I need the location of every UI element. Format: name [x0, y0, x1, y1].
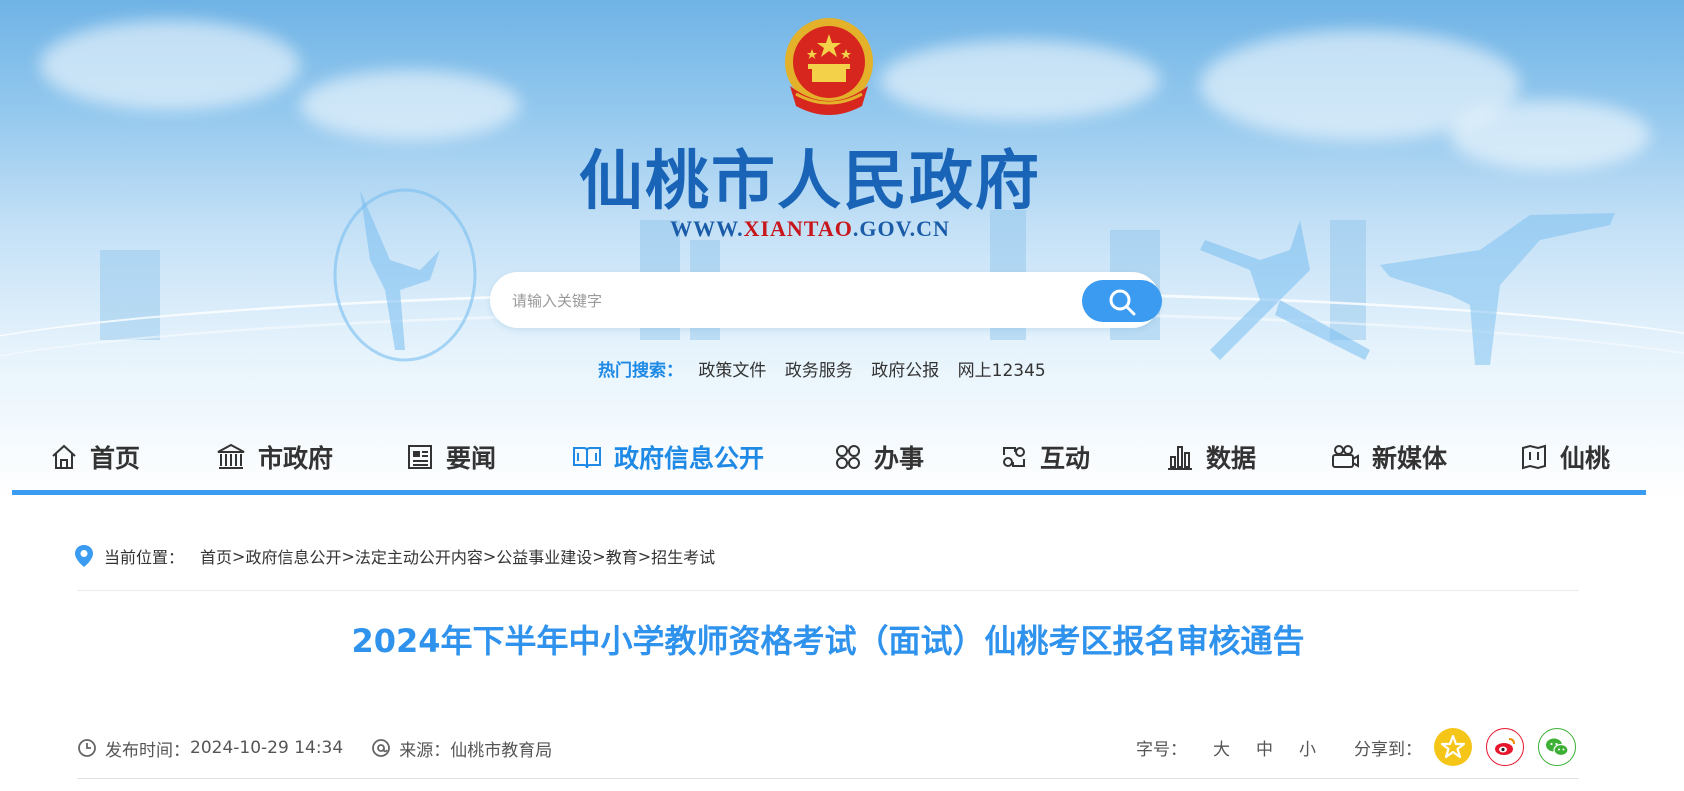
- home-icon: [52, 444, 76, 469]
- favorite-icon: [1440, 734, 1466, 759]
- hot-search: 热门搜索： 政策文件 政务服务 政府公报 网上12345: [598, 356, 1059, 381]
- nav-label: 首页: [90, 444, 141, 473]
- nav-underline: [12, 490, 1646, 495]
- breadcrumb-separator: >: [592, 546, 606, 566]
- site-title: 仙桃市人民政府: [579, 145, 1041, 219]
- nav-label: 仙桃: [1560, 444, 1611, 473]
- share-label: 分享到：: [1354, 739, 1422, 760]
- publish-label: 发布时间：: [105, 740, 190, 761]
- hot-search-label: 热门搜索：: [598, 361, 683, 381]
- search-icon: [1109, 289, 1136, 316]
- nav-label: 市政府: [258, 444, 334, 473]
- national-emblem: [785, 18, 873, 115]
- clock-icon: [78, 739, 96, 757]
- nav-item-interaction[interactable]: 互动: [1000, 437, 1090, 477]
- nav-label: 数据: [1206, 444, 1257, 473]
- book-icon: [573, 447, 601, 469]
- nav-item-home[interactable]: 首页: [50, 437, 140, 477]
- news-icon: [408, 445, 432, 469]
- source-value: 仙桃市教育局: [450, 740, 553, 761]
- hot-search-item[interactable]: 政务服务: [785, 361, 853, 381]
- hot-search-item[interactable]: 政策文件: [698, 361, 766, 381]
- breadcrumb-link[interactable]: 政府信息公开: [245, 544, 341, 568]
- weibo-icon: [1495, 738, 1515, 755]
- camera-icon: [1332, 445, 1359, 468]
- nav-label: 新媒体: [1372, 444, 1448, 473]
- url-brand: XIANTAO: [743, 216, 853, 241]
- article-title: 2024年下半年中小学教师资格考试（面试）仙桃考区报名审核通告: [351, 622, 1305, 660]
- bar-chart-icon: [1168, 446, 1192, 470]
- source-label: 来源：: [399, 740, 451, 761]
- nav-label: 政府信息公开: [614, 444, 765, 473]
- breadcrumb-separator: >: [482, 546, 497, 566]
- gymnast-silhouette: [333, 188, 477, 362]
- font-size-medium-button[interactable]: 中: [1256, 735, 1273, 760]
- nav-label: 要闻: [446, 444, 497, 473]
- breadcrumb-separator: >: [637, 546, 652, 566]
- breadcrumb-link[interactable]: 公益事业建设: [496, 544, 592, 568]
- share-weibo-button[interactable]: [1486, 728, 1524, 766]
- nav-label: 办事: [874, 444, 925, 473]
- url-prefix: WWW.: [670, 216, 744, 241]
- article-tools: 字号： 大 中 小 分享到：: [1136, 724, 1576, 770]
- site-url[interactable]: WWW.XIANTAO.GOV.CN: [560, 216, 1060, 242]
- interaction-icon: [1003, 447, 1025, 467]
- breadcrumb-separator: >: [232, 546, 246, 566]
- map-icon: [1522, 444, 1546, 470]
- nav-label: 互动: [1040, 444, 1091, 473]
- government-building-icon: [217, 443, 245, 469]
- font-size-small-button[interactable]: 小: [1299, 735, 1316, 760]
- breadcrumb-link[interactable]: 首页: [200, 544, 232, 568]
- breadcrumb-link[interactable]: 法定主动公开内容: [355, 544, 483, 568]
- location-pin-icon: [75, 545, 93, 567]
- search-box: [490, 272, 1162, 330]
- main-nav: 首页 市政府 要闻 政府信息公开 办事 互动 数据 新媒体 仙桃: [12, 425, 1646, 493]
- font-size-label: 字号：: [1136, 739, 1187, 760]
- search-button[interactable]: [1082, 280, 1162, 322]
- search-input[interactable]: [510, 272, 1054, 330]
- hot-search-item[interactable]: 政府公报: [871, 361, 939, 381]
- breadcrumb: 当前位置： 首页 > 政府信息公开 > 法定主动公开内容 > 公益事业建设 > 教育 > …: [74, 544, 715, 568]
- url-suffix: .GOV.CN: [852, 216, 950, 241]
- breadcrumb-link[interactable]: 教育: [606, 544, 638, 568]
- article-meta: 发布时间： 2024-10-29 14:34 来源： 仙桃市教育局: [77, 735, 552, 761]
- nav-item-new-media[interactable]: 新媒体: [1330, 437, 1447, 477]
- wechat-icon: [1546, 738, 1569, 757]
- breadcrumb-separator: >: [341, 546, 355, 566]
- dancer-silhouette: [1200, 220, 1370, 360]
- share-favorite-button[interactable]: [1434, 728, 1472, 766]
- breadcrumb-link[interactable]: 招生考试: [651, 544, 715, 568]
- hot-search-item[interactable]: 网上12345: [958, 361, 1046, 381]
- nav-item-services[interactable]: 办事: [834, 437, 924, 477]
- nav-item-gov-info[interactable]: 政府信息公开: [572, 437, 764, 477]
- source-icon: [372, 739, 391, 757]
- grid-icon: [836, 445, 860, 469]
- nav-item-government[interactable]: 市政府: [216, 437, 333, 477]
- divider: [77, 590, 1579, 591]
- font-size-large-button[interactable]: 大: [1213, 735, 1230, 760]
- nav-item-data[interactable]: 数据: [1166, 437, 1256, 477]
- publish-time: 2024-10-29 14:34: [190, 738, 344, 758]
- breadcrumb-label: 当前位置：: [104, 548, 185, 567]
- divider: [77, 778, 1579, 779]
- nav-item-news[interactable]: 要闻: [406, 437, 496, 477]
- share-wechat-button[interactable]: [1538, 728, 1576, 766]
- nav-item-xiantao[interactable]: 仙桃: [1520, 437, 1610, 477]
- dancer-silhouette: [1380, 213, 1615, 365]
